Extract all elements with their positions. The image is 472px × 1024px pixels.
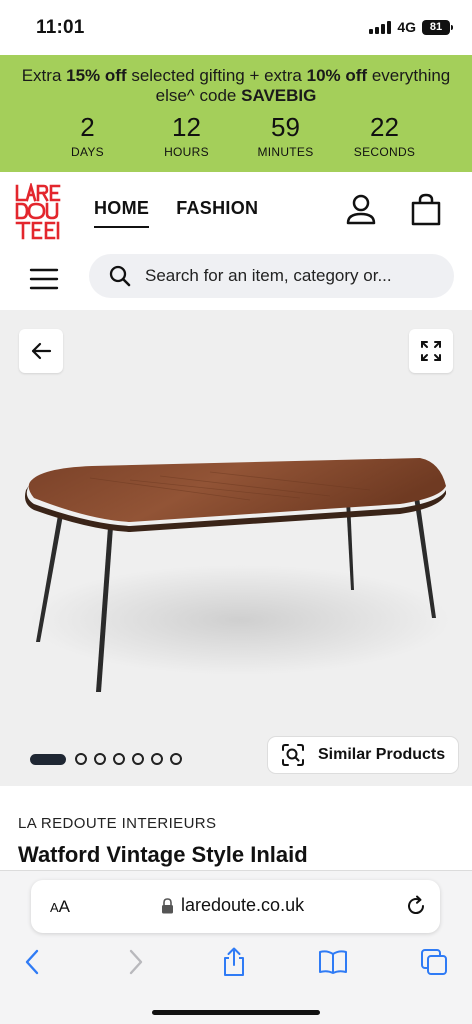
countdown-label: DAYS — [71, 145, 104, 159]
search-placeholder: Search for an item, category or... — [145, 266, 392, 285]
countdown-value: 12 — [172, 112, 201, 142]
back-nav-icon[interactable] — [18, 947, 48, 977]
nav-home[interactable]: HOME — [94, 198, 150, 228]
main-nav: HOME FASHION — [94, 198, 258, 228]
promo-highlight: 15% off — [66, 66, 127, 85]
account-icon[interactable] — [343, 192, 379, 228]
search-input[interactable]: Search for an item, category or... — [89, 254, 454, 298]
forward-nav-icon[interactable] — [120, 947, 150, 977]
home-indicator — [152, 1010, 320, 1015]
promo-text-part: selected gifting + extra — [126, 66, 307, 85]
visual-search-icon — [282, 744, 304, 766]
fullscreen-button[interactable] — [409, 329, 453, 373]
url-display[interactable]: laredoute.co.uk — [161, 895, 304, 916]
pagination-dot[interactable] — [151, 753, 163, 765]
menu-icon[interactable] — [29, 267, 59, 291]
status-indicators: 4G 81 — [369, 19, 453, 35]
countdown-value: 22 — [370, 112, 399, 142]
browser-toolbar — [0, 945, 472, 979]
countdown-value: 59 — [271, 112, 300, 142]
expand-icon — [421, 341, 441, 361]
promo-text: Extra 15% off selected gifting + extra 1… — [0, 55, 472, 106]
countdown-hours: 12 HOURS — [142, 112, 232, 159]
status-time: 11:01 — [36, 17, 85, 38]
signal-icon — [369, 20, 392, 34]
search-icon — [109, 265, 131, 287]
browser-chrome: AAAA laredoute.co.uk — [0, 870, 472, 1024]
share-icon[interactable] — [219, 947, 249, 977]
countdown-seconds: 22 SECONDS — [340, 112, 430, 159]
countdown-timer: 2 DAYS 12 HOURS 59 MINUTES 22 SECONDS — [0, 112, 472, 159]
back-button[interactable] — [19, 329, 63, 373]
product-info: LA REDOUTE INTERIEURS Watford Vintage St… — [0, 786, 472, 876]
la-redoute-logo[interactable] — [14, 183, 72, 241]
promo-highlight: 10% off — [306, 66, 368, 85]
arrow-left-icon — [31, 342, 52, 360]
promo-banner[interactable]: Extra 15% off selected gifting + extra 1… — [0, 55, 472, 172]
countdown-minutes: 59 MINUTES — [241, 112, 331, 159]
pagination-dot[interactable] — [113, 753, 125, 765]
nav-fashion[interactable]: FASHION — [176, 198, 258, 228]
countdown-days: 2 DAYS — [43, 112, 133, 159]
countdown-value: 2 — [80, 112, 95, 142]
similar-products-label: Similar Products — [318, 746, 446, 763]
product-image — [25, 458, 450, 692]
promo-code: SAVEBIG — [241, 86, 317, 105]
pagination-dot[interactable] — [75, 753, 87, 765]
product-title: Watford Vintage Style Inlaid — [18, 842, 308, 867]
reload-icon[interactable] — [404, 894, 428, 918]
network-type: 4G — [397, 19, 416, 35]
url-text: laredoute.co.uk — [181, 895, 305, 915]
product-brand[interactable]: LA REDOUTE INTERIEURS — [18, 815, 216, 832]
promo-text-part: Extra — [21, 66, 67, 85]
pagination-dot[interactable] — [94, 753, 106, 765]
pagination-dot[interactable] — [170, 753, 182, 765]
gallery-pagination — [30, 753, 182, 765]
bookmarks-icon[interactable] — [318, 947, 348, 977]
battery-level: 81 — [429, 21, 443, 33]
lock-icon — [162, 897, 173, 913]
similar-products-button[interactable]: Similar Products — [267, 736, 459, 774]
pagination-dot[interactable] — [132, 753, 144, 765]
countdown-label: HOURS — [164, 145, 209, 159]
reader-settings-button[interactable]: AAAA — [50, 897, 70, 917]
address-bar[interactable]: AAAA laredoute.co.uk — [31, 880, 440, 933]
battery-icon: 81 — [422, 19, 453, 35]
site-header: HOME FASHION — [0, 172, 472, 254]
search-row: Search for an item, category or... — [0, 254, 472, 310]
tabs-icon[interactable] — [419, 947, 449, 977]
pagination-dot-active[interactable] — [30, 753, 66, 765]
status-bar: 11:01 4G 81 — [0, 0, 472, 55]
product-gallery[interactable]: Similar Products — [0, 310, 472, 786]
basket-icon[interactable] — [408, 192, 444, 228]
countdown-label: MINUTES — [257, 145, 314, 159]
countdown-label: SECONDS — [353, 145, 416, 159]
